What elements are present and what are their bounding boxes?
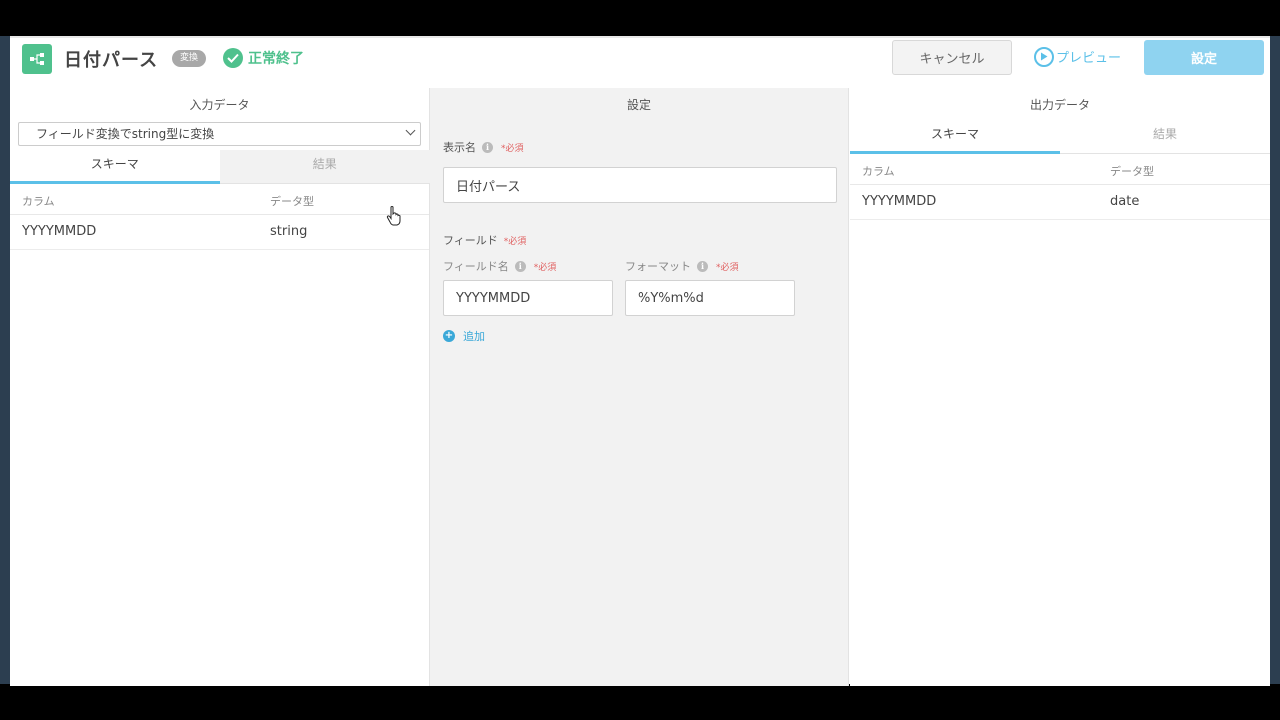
node-title: 日付パース: [64, 50, 159, 71]
table-row: YYYYMMDD date: [850, 184, 1270, 220]
output-data-title: 出力データ: [1029, 98, 1090, 112]
required-mark: *必須: [716, 262, 739, 273]
display-name-label: 表示名 i *必須: [443, 139, 524, 155]
column-header-column: カラム: [862, 164, 895, 178]
preview-button[interactable]: プレビュー: [1034, 44, 1121, 69]
format-label: フォーマット i *必須: [625, 258, 739, 274]
settings-panel: 設定 表示名 i *必須 日付パース フィールド *必須 フィールド名 i *必…: [430, 88, 849, 686]
node-type-badge: 変換: [172, 50, 207, 67]
modal-header: 日付パース 変換 正常終了 キャンセル プレビュー 設定: [10, 38, 1270, 88]
status-text: 正常終了: [248, 51, 304, 67]
chevron-down-icon: [405, 125, 416, 136]
required-mark: *必須: [533, 262, 557, 273]
field-name-label: フィールド名 i *必須: [443, 258, 556, 274]
display-name-input[interactable]: 日付パース: [443, 167, 837, 203]
preview-label: プレビュー: [1056, 51, 1122, 66]
plus-circle-icon: +: [443, 330, 455, 342]
output-tab-schema[interactable]: スキーマ: [850, 120, 1060, 154]
row-column-name: YYYYMMDD: [862, 194, 937, 209]
field-name-input[interactable]: YYYYMMDD: [443, 280, 613, 316]
cancel-button[interactable]: キャンセル: [892, 40, 1012, 75]
settings-button[interactable]: 設定: [1144, 40, 1264, 75]
required-mark: *必須: [503, 236, 527, 247]
input-data-title: 入力データ: [189, 98, 250, 112]
add-field-label: 追加: [463, 330, 485, 343]
row-data-type: string: [270, 224, 308, 239]
settings-title: 設定: [626, 98, 651, 112]
check-circle-icon: [223, 48, 243, 68]
output-tabs: スキーマ 結果: [850, 120, 1270, 154]
info-icon[interactable]: i: [482, 141, 493, 153]
table-row: YYYYMMDD string: [10, 214, 429, 250]
play-circle-icon: [1034, 46, 1054, 67]
column-header-column: カラム: [22, 194, 55, 208]
node-settings-modal: 日付パース 変換 正常終了 キャンセル プレビュー 設定 入力データ フィールド…: [10, 36, 1270, 686]
input-source-select[interactable]: フィールド変換でstring型に変換: [18, 122, 421, 146]
field-name-label-text: フィールド名: [443, 260, 509, 273]
input-tab-schema[interactable]: スキーマ: [10, 150, 220, 184]
input-data-panel: 入力データ フィールド変換でstring型に変換 スキーマ 結果 カラム データ…: [10, 88, 430, 686]
info-icon[interactable]: i: [697, 260, 708, 272]
input-table-header: カラム データ型: [10, 187, 429, 215]
output-table-header: カラム データ型: [850, 157, 1270, 185]
field-section-label: フィールド *必須: [443, 232, 526, 248]
format-label-text: フォーマット: [625, 260, 691, 273]
field-section-label-text: フィールド: [443, 234, 498, 247]
row-data-type: date: [1110, 194, 1140, 209]
add-field-button[interactable]: + 追加: [443, 328, 485, 344]
input-tab-results[interactable]: 結果: [220, 150, 430, 184]
status-indicator: 正常終了: [223, 47, 304, 69]
input-tabs: スキーマ 結果: [10, 150, 430, 184]
column-header-type: データ型: [1110, 164, 1154, 178]
screen: 日付パース 変換 正常終了 キャンセル プレビュー 設定 入力データ フィールド…: [0, 0, 1280, 720]
hand-cursor-icon: [386, 206, 402, 230]
format-input[interactable]: %Y%m%d: [625, 280, 795, 316]
input-source-value: フィールド変換でstring型に変換: [36, 127, 215, 141]
output-tab-results[interactable]: 結果: [1060, 120, 1270, 154]
output-data-panel: 出力データ スキーマ 結果 カラム データ型 YYYYMMDD date: [850, 88, 1270, 686]
transform-node-icon: [22, 44, 52, 74]
column-header-type: データ型: [270, 194, 314, 208]
display-name-label-text: 表示名: [443, 141, 476, 154]
required-mark: *必須: [501, 143, 524, 154]
row-column-name: YYYYMMDD: [22, 224, 97, 239]
info-icon[interactable]: i: [514, 260, 526, 272]
